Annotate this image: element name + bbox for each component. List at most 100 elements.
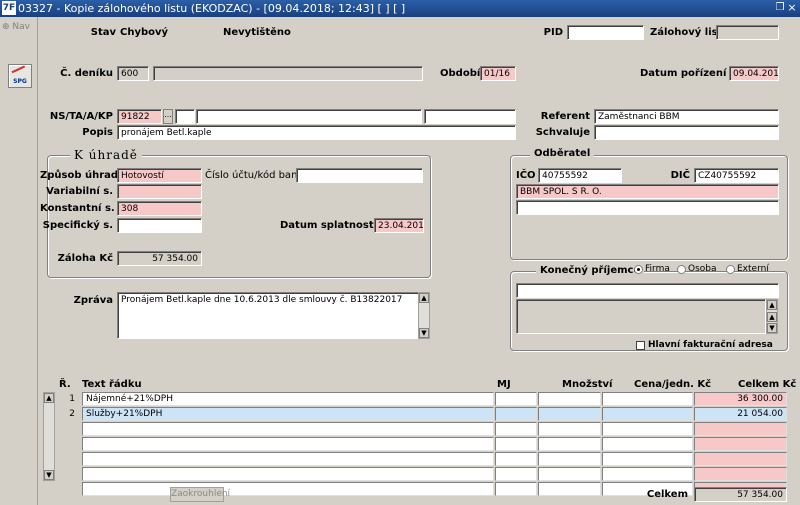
cell-celkem[interactable]: [694, 452, 787, 466]
variabilni-field[interactable]: [117, 184, 202, 199]
obdobi-field[interactable]: 01/16: [480, 66, 516, 81]
row-number: [60, 422, 78, 436]
referent-field[interactable]: Zaměstnanci BBM: [594, 109, 779, 124]
dic-field[interactable]: CZ40755592: [694, 168, 779, 183]
cell-text[interactable]: Služby+21%DPH: [82, 407, 494, 421]
specificky-label: Specifický s.: [42, 220, 113, 231]
hlavni-adresa-label: Hlavní fakturační adresa: [648, 340, 773, 350]
pid-field[interactable]: [567, 25, 644, 40]
scroll-down-icon[interactable]: ▼: [44, 470, 54, 480]
konstantni-field[interactable]: 308: [117, 201, 202, 216]
cell-mj[interactable]: [495, 452, 537, 466]
popis-field[interactable]: pronájem Betl.kaple: [117, 125, 516, 140]
prijemce-scrollbar[interactable]: ▲ ▲ ▼: [766, 299, 778, 334]
cell-mnozstvi[interactable]: [538, 407, 601, 421]
scroll-up-icon[interactable]: ▲: [767, 312, 777, 322]
scroll-up-icon[interactable]: ▲: [44, 393, 54, 403]
scroll-up-icon[interactable]: ▲: [767, 300, 777, 310]
scroll-up-icon[interactable]: ▲: [419, 293, 429, 303]
ico-field[interactable]: 40755592: [538, 168, 622, 183]
prijemce-line1-field[interactable]: [516, 283, 779, 298]
radio-osoba[interactable]: [677, 265, 686, 274]
cell-celkem[interactable]: [694, 422, 787, 436]
app-icon: 7F: [2, 1, 16, 15]
cell-mnozstvi[interactable]: [538, 467, 601, 481]
cell-mnozstvi[interactable]: [538, 422, 601, 436]
spg-button[interactable]: SPG: [8, 64, 32, 88]
cell-mnozstvi[interactable]: [538, 482, 601, 496]
pid-label: PID: [543, 27, 563, 38]
c-deniku-field[interactable]: 600: [117, 66, 149, 81]
restore-icon[interactable]: ❐: [774, 1, 786, 15]
popis-label: Popis: [82, 127, 113, 138]
spg-label: SPG: [13, 78, 27, 85]
col-header-text: Text řádku: [82, 379, 142, 390]
cell-celkem[interactable]: 36 300.00: [694, 392, 787, 406]
celkem-label: Celkem: [646, 489, 688, 500]
cell-mj[interactable]: [495, 422, 537, 436]
close-icon[interactable]: ×: [786, 1, 798, 15]
scroll-down-icon[interactable]: ▼: [767, 323, 777, 333]
zprava-field[interactable]: Pronájem Betl.kaple dne 10.6.2013 dle sm…: [117, 292, 419, 339]
zaokrouhleni-button[interactable]: Zaokrouhlení: [170, 487, 230, 502]
cell-text[interactable]: Nájemné+21%DPH: [82, 392, 494, 406]
cell-text[interactable]: [82, 467, 494, 481]
cell-cena[interactable]: [602, 437, 693, 451]
zaloha-field: 57 354.00: [117, 251, 202, 266]
col-header-r: Ř.: [59, 379, 71, 390]
cell-mj[interactable]: [495, 392, 537, 406]
scroll-down-icon[interactable]: ▼: [419, 328, 429, 338]
radio-externi[interactable]: [726, 265, 735, 274]
cell-text[interactable]: [82, 482, 494, 496]
cell-mnozstvi[interactable]: [538, 437, 601, 451]
cell-cena[interactable]: [602, 407, 693, 421]
cell-celkem[interactable]: [694, 437, 787, 451]
col-header-celkem: Celkem Kč: [738, 379, 797, 390]
a-field[interactable]: [196, 109, 422, 124]
prijemce-address-field: [516, 299, 766, 334]
zprava-label: Zpráva: [73, 295, 113, 306]
cell-mj[interactable]: [495, 437, 537, 451]
cell-mj[interactable]: [495, 407, 537, 421]
cell-mj[interactable]: [495, 482, 537, 496]
schvaluje-field[interactable]: [594, 125, 779, 140]
table-scrollbar[interactable]: ▲ ▼: [43, 392, 55, 481]
datum-porizeni-field[interactable]: 09.04.2018: [729, 66, 779, 81]
ns-lov-button[interactable]: …: [163, 109, 173, 124]
zpusob-uhrady-field[interactable]: Hotovostí: [117, 168, 202, 183]
cislo-uctu-field[interactable]: [296, 168, 423, 183]
zprava-scrollbar[interactable]: ▲ ▼: [418, 292, 430, 339]
odberatel-name-field[interactable]: BBM SPOL. S R. O.: [516, 184, 779, 199]
celkem-field: 57 354.00: [694, 487, 787, 502]
cell-mj[interactable]: [495, 467, 537, 481]
cell-celkem[interactable]: 21 054.00: [694, 407, 787, 421]
denik-name-field: [153, 66, 423, 81]
cell-text[interactable]: [82, 437, 494, 451]
stav-label: Stav: [90, 27, 116, 38]
odberatel-line2-field[interactable]: [516, 200, 779, 215]
cislo-uctu-label: Číslo účtu/kód banky: [205, 170, 309, 181]
cell-celkem[interactable]: [694, 467, 787, 481]
cell-text[interactable]: [82, 422, 494, 436]
ta-field[interactable]: [175, 109, 195, 124]
cell-cena[interactable]: [602, 467, 693, 481]
zalohovy-list-field: [716, 25, 779, 40]
nav-button[interactable]: ⊕ Nav: [2, 22, 30, 32]
referent-label: Referent: [540, 111, 590, 122]
datum-splatnosti-field[interactable]: 23.04.2018: [374, 218, 424, 233]
cell-cena[interactable]: [602, 422, 693, 436]
radio-firma[interactable]: [634, 265, 643, 274]
cell-mnozstvi[interactable]: [538, 452, 601, 466]
kp-field[interactable]: [424, 109, 516, 124]
cell-mnozstvi[interactable]: [538, 392, 601, 406]
row-number: [60, 437, 78, 451]
row-number: [60, 452, 78, 466]
specificky-field[interactable]: [117, 218, 202, 233]
row-number: 1: [69, 394, 75, 404]
datum-splatnosti-label: Datum splatnosti: [280, 220, 378, 231]
hlavni-adresa-checkbox[interactable]: [636, 341, 645, 350]
cell-cena[interactable]: [602, 452, 693, 466]
cell-text[interactable]: [82, 452, 494, 466]
cell-cena[interactable]: [602, 392, 693, 406]
ns-field[interactable]: 91822: [117, 109, 162, 124]
